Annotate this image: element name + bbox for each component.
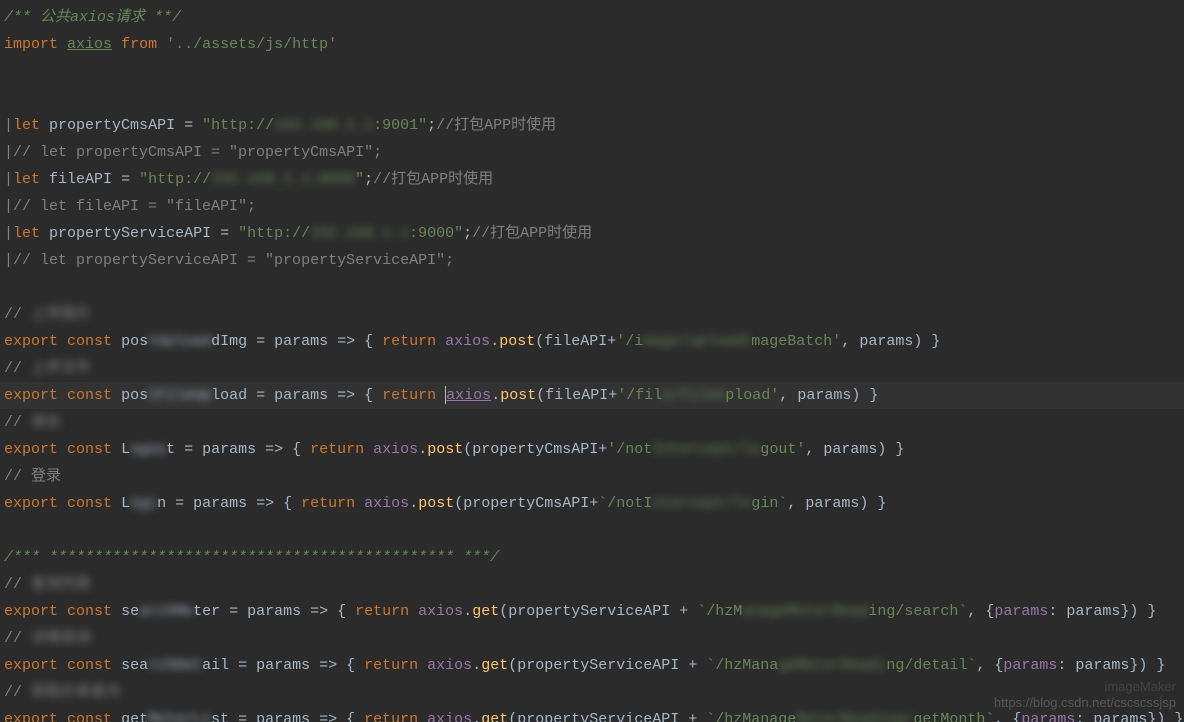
code-line[interactable]: export const Login = params => { return … bbox=[4, 490, 1184, 517]
code-line[interactable]: export const searchDetail = params => { … bbox=[4, 652, 1184, 679]
code-line[interactable]: // 退出 bbox=[4, 409, 1184, 436]
code-line[interactable]: // 上传图片 bbox=[4, 301, 1184, 328]
code-line[interactable]: // 上传文件 bbox=[4, 355, 1184, 382]
code-line[interactable]: // 查询列表 bbox=[4, 571, 1184, 598]
watermark: https://blog.csdn.net/cscscssjsp bbox=[994, 689, 1176, 716]
code-line[interactable] bbox=[4, 58, 1184, 85]
code-line[interactable]: /*** ***********************************… bbox=[4, 544, 1184, 571]
code-line[interactable]: // 详情查询 bbox=[4, 625, 1184, 652]
code-line[interactable]: export const postUploaddImg = params => … bbox=[4, 328, 1184, 355]
code-line[interactable]: export const searchMeter = params => { r… bbox=[4, 598, 1184, 625]
code-line[interactable]: |// let propertyCmsAPI = "propertyCmsAPI… bbox=[4, 139, 1184, 166]
code-line[interactable]: export const Logout = params => { return… bbox=[4, 436, 1184, 463]
code-line[interactable]: |let propertyServiceAPI = "http://192.16… bbox=[4, 220, 1184, 247]
code-line[interactable]: |let propertyCmsAPI = "http://192.168.1.… bbox=[4, 112, 1184, 139]
code-editor[interactable]: /** 公共axios请求 **/import axios from '../a… bbox=[0, 0, 1184, 722]
code-line[interactable] bbox=[4, 274, 1184, 301]
code-line[interactable]: |// let fileAPI = "fileAPI"; bbox=[4, 193, 1184, 220]
code-line[interactable]: /** 公共axios请求 **/ bbox=[4, 4, 1184, 31]
code-line[interactable] bbox=[4, 517, 1184, 544]
code-line[interactable]: import axios from '../assets/js/http' bbox=[4, 31, 1184, 58]
code-line[interactable]: |let fileAPI = "http://192.168.1.1:8080"… bbox=[4, 166, 1184, 193]
code-line[interactable]: |// let propertyServiceAPI = "propertySe… bbox=[4, 247, 1184, 274]
code-line[interactable]: // 登录 bbox=[4, 463, 1184, 490]
code-line[interactable] bbox=[4, 85, 1184, 112]
